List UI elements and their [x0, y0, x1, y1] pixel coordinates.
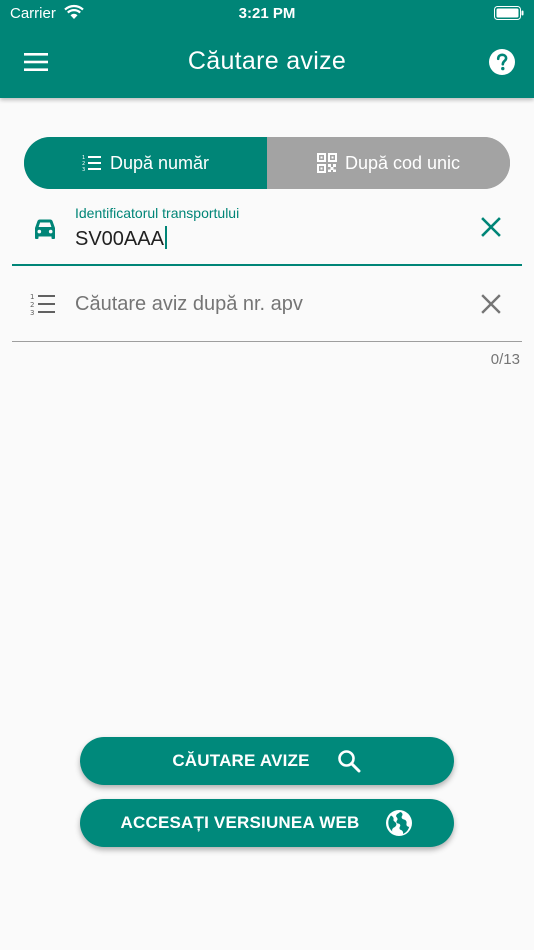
- svg-text:3: 3: [30, 309, 34, 316]
- qr-code-icon: [316, 153, 337, 173]
- tab-by-unique-code[interactable]: După cod unic: [267, 137, 510, 189]
- svg-text:3: 3: [82, 167, 85, 172]
- app-bar: Carrier 3:21 PM Căutare avize: [0, 0, 534, 98]
- search-mode-toggle: 1 2 3 După număr După cod unic: [24, 137, 510, 189]
- numbered-list-icon: 1 2 3: [30, 293, 55, 316]
- search-button-label: CĂUTARE AVIZE: [172, 751, 310, 770]
- status-bar: Carrier 3:21 PM: [0, 0, 534, 28]
- tab-by-number[interactable]: 1 2 3 După număr: [24, 137, 267, 189]
- tab-label: După număr: [109, 152, 210, 173]
- transport-id-label: Identificatorul transportului: [75, 205, 240, 221]
- numbered-list-icon: 1 2 3: [82, 155, 101, 172]
- apv-search-input[interactable]: Căutare aviz după nr. apv: [75, 293, 303, 316]
- status-time: 3:21 PM: [238, 5, 296, 22]
- web-button-label: ACCESAȚI VERSIUNEA WEB: [120, 813, 360, 832]
- svg-text:2: 2: [30, 301, 34, 309]
- car-icon: [35, 219, 55, 239]
- globe-icon: [386, 810, 413, 836]
- text-cursor: [164, 226, 167, 249]
- search-notices-button[interactable]: CĂUTARE AVIZE: [80, 737, 454, 785]
- close-icon[interactable]: [480, 293, 502, 315]
- open-web-version-button[interactable]: ACCESAȚI VERSIUNEA WEB: [80, 799, 454, 847]
- help-circle-icon[interactable]: [488, 48, 516, 76]
- close-icon[interactable]: [480, 216, 502, 238]
- transport-id-value: SV00AAA: [75, 228, 164, 250]
- battery-icon: [494, 6, 524, 20]
- page-title: Căutare avize: [187, 47, 347, 75]
- svg-text:1: 1: [30, 293, 34, 301]
- transport-id-field[interactable]: Identificatorul transportului SV00AAA: [12, 200, 522, 266]
- character-counter: 0/13: [490, 351, 520, 368]
- tab-label: După cod unic: [344, 152, 461, 173]
- transport-id-input[interactable]: SV00AAA: [75, 226, 167, 251]
- apv-search-field[interactable]: 1 2 3 Căutare aviz după nr. apv: [12, 276, 522, 342]
- search-icon: [337, 750, 361, 773]
